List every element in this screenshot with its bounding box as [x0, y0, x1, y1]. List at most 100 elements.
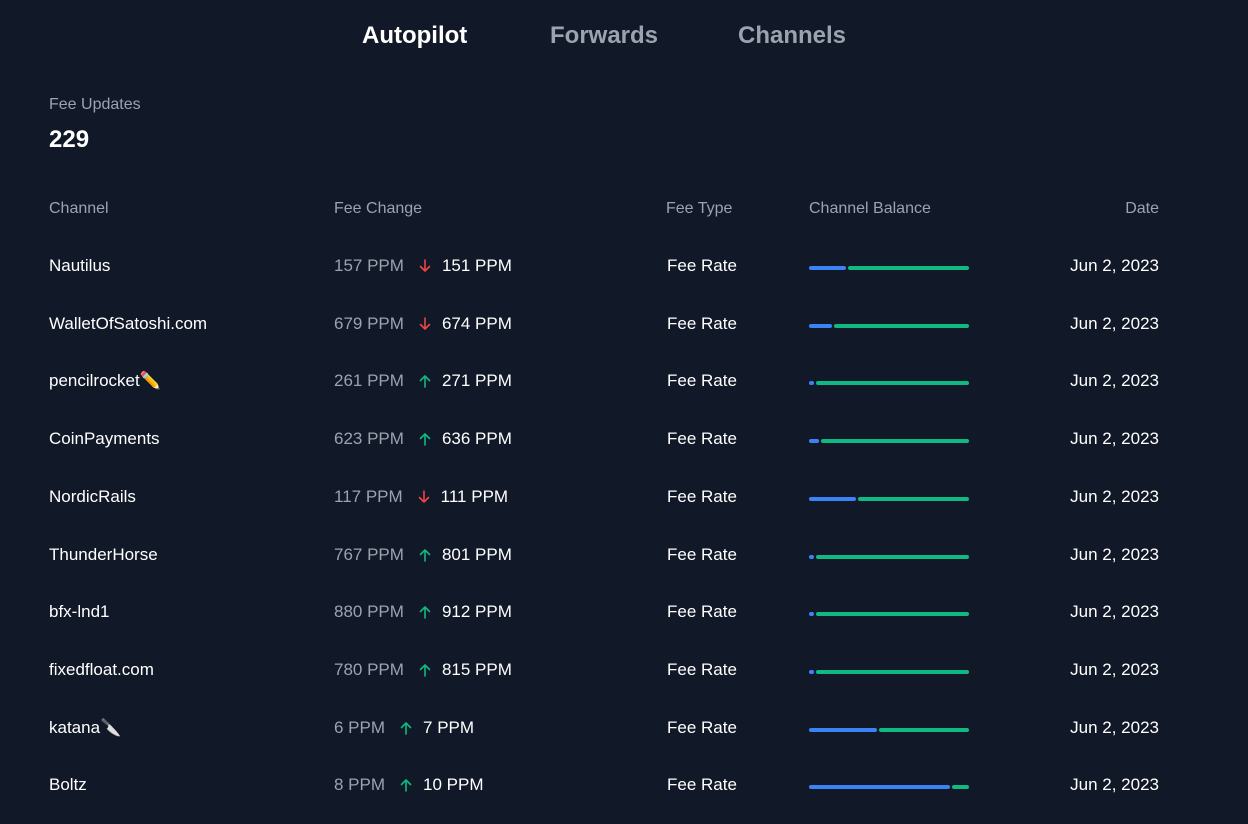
fee-change: 157 PPM 151 PPM — [334, 256, 512, 276]
new-fee: 636 PPM — [441, 429, 512, 448]
fee-change: 261 PPM 271 PPM — [334, 371, 512, 391]
fee-change: 679 PPM 674 PPM — [334, 314, 512, 334]
header-fee-type[interactable]: Fee Type — [666, 200, 732, 218]
fee-type: Fee Rate — [667, 602, 737, 621]
new-fee: 912 PPM — [441, 602, 512, 621]
channel-balance-bar — [809, 497, 969, 501]
table-row[interactable]: katana🔪 6 PPM 7 PPM Fee Rate Jun 2, 2023 — [0, 714, 1248, 754]
remote-balance-segment — [816, 555, 969, 559]
table-row[interactable]: NordicRails 117 PPM 111 PPM Fee Rate Jun 2, … — [0, 483, 1248, 523]
old-fee: 157 PPM — [334, 256, 404, 275]
channel-name: ThunderHorse — [49, 545, 158, 564]
update-date: Jun 2, 2023 — [1070, 256, 1159, 275]
channel-balance-bar — [809, 266, 969, 270]
remote-balance-segment — [821, 439, 969, 443]
table-row[interactable]: bfx-lnd1 880 PPM 912 PPM Fee Rate Jun 2, 202… — [0, 598, 1248, 638]
old-fee: 6 PPM — [334, 718, 386, 737]
autopilot-page: Autopilot Forwards Channels Fee Updates … — [0, 0, 1248, 824]
old-fee: 679 PPM — [334, 314, 404, 333]
arrow-up-icon — [419, 663, 431, 677]
update-date: Jun 2, 2023 — [1070, 487, 1159, 506]
table-row[interactable]: Nautilus 157 PPM 151 PPM Fee Rate Jun 2, 202… — [0, 252, 1248, 292]
channel-name: WalletOfSatoshi.com — [49, 314, 208, 333]
fee-updates-label: Fee Updates — [49, 96, 141, 113]
channel-name: fixedfloat.com — [49, 660, 154, 679]
table-row[interactable]: pencilrocket✏️ 261 PPM 271 PPM Fee Rate Jun … — [0, 367, 1248, 407]
header-channel-balance[interactable]: Channel Balance — [809, 200, 931, 218]
fee-type: Fee Rate — [667, 371, 737, 390]
local-balance-segment — [809, 785, 950, 789]
fee-type: Fee Rate — [667, 429, 737, 448]
new-fee: 7 PPM — [423, 718, 475, 737]
new-fee: 801 PPM — [441, 545, 512, 564]
arrow-down-icon — [418, 490, 430, 504]
update-date: Jun 2, 2023 — [1070, 718, 1159, 737]
header-date[interactable]: Date — [1125, 200, 1159, 218]
new-fee: 674 PPM — [441, 314, 512, 333]
channel-balance-bar — [809, 728, 969, 732]
update-date: Jun 2, 2023 — [1070, 660, 1159, 679]
table-row[interactable]: ThunderHorse 767 PPM 801 PPM Fee Rate Jun 2,… — [0, 541, 1248, 581]
channel-name: pencilrocket✏️ — [49, 371, 161, 390]
channel-name: bfx-lnd1 — [49, 602, 110, 621]
arrow-up-icon — [419, 374, 431, 388]
channel-balance-bar — [809, 381, 969, 385]
update-date: Jun 2, 2023 — [1070, 371, 1159, 390]
local-balance-segment — [809, 439, 819, 443]
arrow-up-icon — [400, 721, 412, 735]
update-date: Jun 2, 2023 — [1070, 314, 1159, 333]
channel-balance-bar — [809, 439, 969, 443]
fee-type: Fee Rate — [667, 487, 737, 506]
channel-balance-bar — [809, 670, 969, 674]
local-balance-segment — [809, 497, 856, 501]
table-row[interactable]: Boltz 8 PPM 10 PPM Fee Rate Jun 2, 2023 — [0, 771, 1248, 811]
fee-change: 780 PPM 815 PPM — [334, 660, 512, 680]
channel-name: NordicRails — [49, 487, 136, 506]
header-channel[interactable]: Channel — [49, 200, 109, 218]
fee-change: 767 PPM 801 PPM — [334, 545, 512, 565]
tab-forwards[interactable]: Forwards — [550, 22, 658, 50]
table-row[interactable]: CoinPayments 623 PPM 636 PPM Fee Rate Jun 2,… — [0, 425, 1248, 465]
local-balance-segment — [809, 381, 814, 385]
tab-channels[interactable]: Channels — [738, 22, 846, 50]
local-balance-segment — [809, 670, 814, 674]
old-fee: 623 PPM — [334, 429, 404, 448]
update-date: Jun 2, 2023 — [1070, 429, 1159, 448]
arrow-up-icon — [400, 778, 412, 792]
update-date: Jun 2, 2023 — [1070, 602, 1159, 621]
fee-change: 623 PPM 636 PPM — [334, 429, 512, 449]
new-fee: 271 PPM — [441, 371, 512, 390]
remote-balance-segment — [816, 381, 969, 385]
table-row[interactable]: fixedfloat.com 780 PPM 815 PPM Fee Rate Jun … — [0, 656, 1248, 696]
local-balance-segment — [809, 555, 814, 559]
channel-name: katana🔪 — [49, 718, 122, 737]
fee-type: Fee Rate — [667, 775, 737, 794]
local-balance-segment — [809, 728, 877, 732]
header-fee-change[interactable]: Fee Change — [334, 200, 422, 218]
old-fee: 8 PPM — [334, 775, 386, 794]
fee-updates-count: 229 — [49, 126, 90, 153]
table-row[interactable]: WalletOfSatoshi.com 679 PPM 674 PPM Fee Rat… — [0, 310, 1248, 350]
remote-balance-segment — [879, 728, 969, 732]
new-fee: 815 PPM — [441, 660, 512, 679]
new-fee: 111 PPM — [440, 487, 509, 506]
fee-type: Fee Rate — [667, 660, 737, 679]
remote-balance-segment — [816, 612, 969, 616]
fee-change: 6 PPM 7 PPM — [334, 718, 474, 738]
arrow-down-icon — [419, 259, 431, 273]
channel-balance-bar — [809, 785, 969, 789]
remote-balance-segment — [858, 497, 969, 501]
table-header: Channel Fee Change Fee Type Channel Bala… — [0, 196, 1248, 236]
fee-change: 8 PPM 10 PPM — [334, 775, 484, 795]
new-fee: 151 PPM — [441, 256, 512, 275]
arrow-down-icon — [419, 317, 431, 331]
channel-name: Boltz — [49, 775, 87, 794]
tab-bar: Autopilot Forwards Channels — [0, 0, 1248, 76]
remote-balance-segment — [834, 324, 969, 328]
update-date: Jun 2, 2023 — [1070, 775, 1159, 794]
old-fee: 880 PPM — [334, 602, 404, 621]
channel-name: CoinPayments — [49, 429, 160, 448]
update-date: Jun 2, 2023 — [1070, 545, 1159, 564]
remote-balance-segment — [816, 670, 969, 674]
tab-autopilot[interactable]: Autopilot — [362, 22, 467, 50]
